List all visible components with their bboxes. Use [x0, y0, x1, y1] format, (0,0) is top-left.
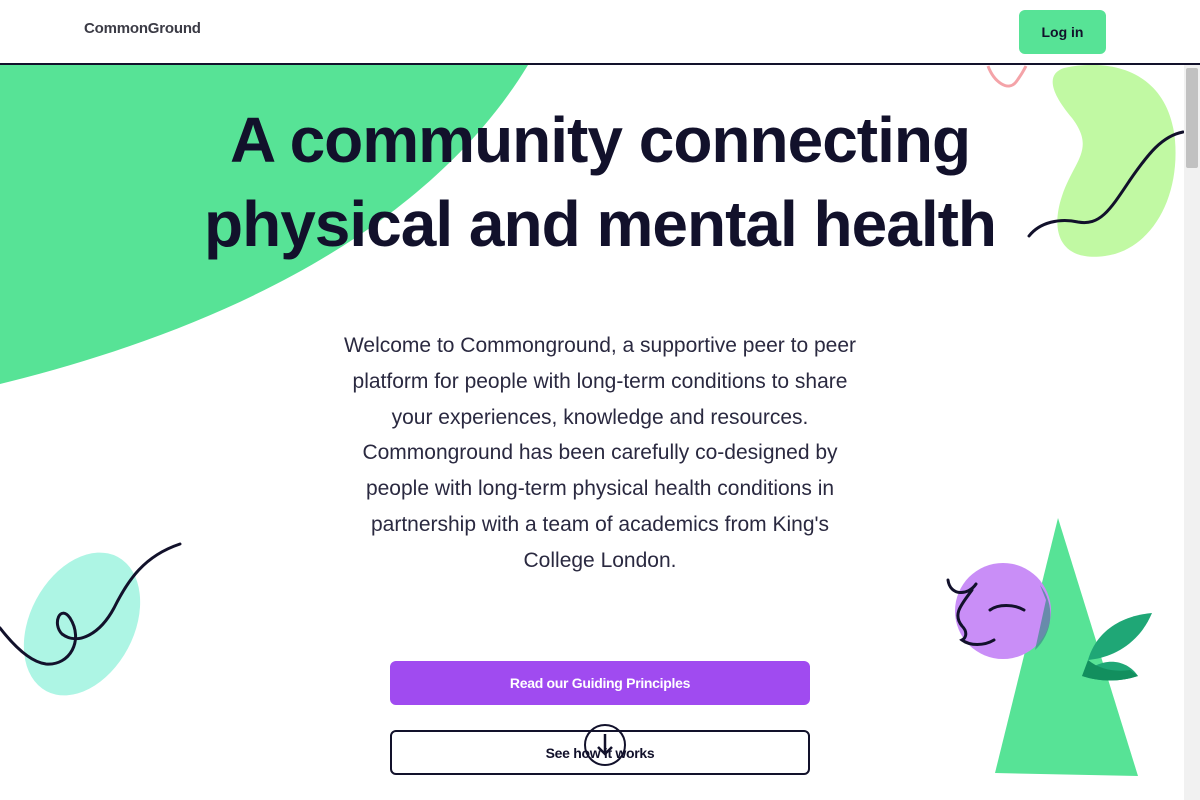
hero-title: A community connecting physical and ment…	[150, 98, 1050, 266]
hero-title-line-1: A community connecting	[229, 104, 971, 176]
lime-blob-top-right	[1052, 64, 1176, 257]
intro-paragraph: Welcome to Commonground, a supportive pe…	[343, 334, 857, 572]
brand-logo[interactable]: CommonGround	[84, 20, 201, 37]
arrow-down-icon[interactable]	[584, 724, 626, 766]
mint-blob-bottom-left	[23, 552, 141, 696]
pink-squiggle	[986, 65, 1028, 88]
hero-title-line-2: physical and mental health	[204, 188, 997, 260]
scrollbar-track[interactable]	[1184, 65, 1200, 800]
leaf-upper	[1088, 613, 1152, 660]
scrollbar-thumb[interactable]	[1186, 68, 1198, 168]
login-button[interactable]: Log in	[1019, 10, 1106, 54]
guiding-principles-button[interactable]: Read our Guiding Principles	[390, 661, 810, 705]
top-navigation-bar: CommonGround Log in	[0, 0, 1200, 65]
